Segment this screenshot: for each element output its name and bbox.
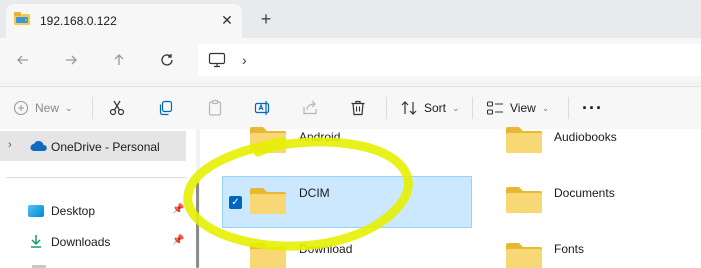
paste-button[interactable]	[206, 87, 224, 129]
folder-icon	[504, 239, 544, 268]
arrow-right-icon[interactable]	[59, 48, 83, 72]
new-button-label: New	[35, 101, 60, 115]
refresh-icon[interactable]	[155, 48, 179, 72]
new-tab-button[interactable]: +	[256, 9, 276, 29]
divider	[386, 97, 387, 119]
folder-icon	[248, 184, 288, 216]
arrow-up-icon[interactable]	[107, 48, 131, 72]
share-button[interactable]	[301, 87, 319, 129]
sidebar-item-onedrive[interactable]: › OneDrive - Personal	[0, 131, 186, 161]
tab-active[interactable]: 192.168.0.122 ✕	[6, 4, 242, 38]
plus-circle-icon	[13, 100, 29, 116]
folder-icon	[504, 183, 544, 215]
folder-icon	[248, 239, 288, 268]
breadcrumb-chevron-icon[interactable]: ›	[242, 52, 247, 68]
divider	[6, 177, 186, 178]
sidebar-item-label: Desktop	[51, 204, 96, 218]
download-icon	[28, 233, 44, 252]
network-drive-icon	[13, 10, 31, 26]
checkbox-checked[interactable]: ✓	[229, 196, 242, 209]
sidebar-item-downloads[interactable]: Downloads 📌	[28, 230, 188, 254]
file-list: Android Audiobooks ✓ DCIM Documents Down…	[200, 127, 701, 268]
new-button[interactable]: New ⌄	[13, 87, 73, 129]
command-bar: New ⌄ Sort ⌄ View ⌄ ···	[0, 87, 701, 129]
chevron-down-icon: ⌄	[541, 102, 550, 113]
folder-icon	[248, 123, 288, 155]
file-item-name[interactable]: Android	[299, 130, 340, 144]
this-pc-icon	[208, 52, 226, 71]
view-label: View	[510, 101, 536, 115]
pin-icon[interactable]: 📌	[172, 235, 184, 246]
file-item-name[interactable]: Download	[299, 242, 352, 256]
cut-button[interactable]	[108, 87, 126, 129]
divider	[472, 97, 473, 119]
file-item-name[interactable]: Audiobooks	[554, 130, 617, 144]
copy-button[interactable]	[157, 87, 175, 129]
cloud-icon	[30, 140, 48, 155]
pin-icon[interactable]: 📌	[172, 204, 184, 215]
navigation-bar: ›	[0, 38, 701, 82]
sort-button[interactable]: Sort ⌄	[400, 87, 460, 129]
rename-icon	[254, 101, 270, 115]
scissors-icon	[109, 100, 125, 116]
sidebar-item-label: OneDrive - Personal	[51, 140, 160, 154]
chevron-down-icon: ⌄	[65, 102, 73, 113]
more-options-button[interactable]: ···	[582, 87, 603, 129]
delete-button[interactable]	[349, 87, 367, 129]
clipboard-icon	[208, 99, 222, 116]
address-bar[interactable]: ›	[198, 44, 701, 76]
sidebar-item-desktop[interactable]: Desktop 📌	[28, 199, 188, 223]
sort-label: Sort	[424, 101, 447, 115]
view-list-icon	[486, 101, 503, 115]
chevron-down-icon: ⌄	[452, 102, 460, 113]
sidebar-item-label: Downloads	[51, 235, 111, 249]
chevron-right-icon[interactable]: ›	[8, 139, 12, 151]
file-item-name[interactable]: Documents	[554, 186, 615, 200]
file-item-name[interactable]: Fonts	[554, 242, 584, 256]
tab-title: 192.168.0.122	[40, 14, 117, 28]
desktop-icon	[28, 205, 44, 217]
arrow-left-icon[interactable]	[11, 48, 35, 72]
tab-strip: 192.168.0.122 ✕ +	[0, 0, 701, 38]
file-item-name: DCIM	[299, 186, 330, 200]
trash-icon	[351, 100, 365, 116]
copy-icon	[159, 100, 173, 116]
share-icon	[303, 100, 317, 115]
sort-icon	[401, 101, 417, 115]
navigation-pane: › OneDrive - Personal Desktop 📌 Download…	[0, 129, 196, 268]
folder-icon	[504, 123, 544, 155]
close-tab-button[interactable]: ✕	[218, 11, 236, 29]
sidebar-scrollbar[interactable]	[196, 182, 199, 268]
divider	[568, 97, 569, 119]
divider	[92, 97, 93, 119]
file-item-selected[interactable]: ✓ DCIM	[222, 176, 472, 228]
